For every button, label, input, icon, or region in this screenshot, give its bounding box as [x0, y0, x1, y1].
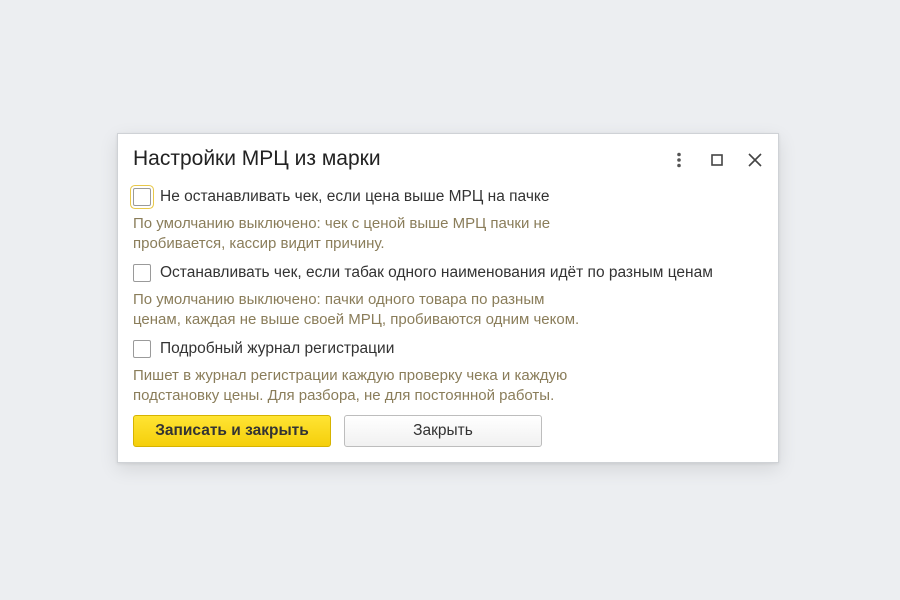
option-label: Подробный журнал регистрации: [160, 340, 395, 357]
maximize-button[interactable]: [705, 148, 729, 172]
close-window-button[interactable]: [743, 148, 767, 172]
close-button[interactable]: Закрыть: [344, 415, 542, 447]
option-detailed-log: Подробный журнал регистрации Пишет в жур…: [133, 337, 768, 405]
save-and-close-button[interactable]: Записать и закрыть: [133, 415, 331, 447]
dialog-title: Настройки МРЦ из марки: [133, 147, 381, 170]
hint-line: подстановку цены. Для разбора, не для по…: [133, 386, 555, 404]
option-hint: По умолчанию выключено: пачки одного тов…: [133, 290, 768, 329]
option-stop-different-prices: Останавливать чек, если табак одного наи…: [133, 261, 768, 329]
vertical-dots-icon: [677, 152, 681, 168]
close-icon: [748, 153, 762, 167]
more-actions-button[interactable]: [667, 148, 691, 172]
hint-line: Пишет в журнал регистрации каждую провер…: [133, 367, 568, 384]
checkbox-stop-different-prices[interactable]: [133, 264, 151, 282]
hint-line: По умолчанию выключено: пачки одного тов…: [133, 291, 545, 308]
option-hint: По умолчанию выключено: чек с ценой выше…: [133, 214, 768, 253]
option-hint: Пишет в журнал регистрации каждую провер…: [133, 366, 768, 405]
maximize-icon: [711, 154, 723, 166]
option-label: Останавливать чек, если табак одного наи…: [160, 264, 713, 281]
hint-line: ценам, каждая не выше своей МРЦ, пробива…: [133, 310, 580, 328]
hint-line: пробивается, кассир видит причину.: [133, 234, 385, 252]
checkbox-detailed-log[interactable]: [133, 340, 151, 358]
checkbox-continue-above-mrp[interactable]: [133, 188, 151, 206]
option-continue-above-mrp: Не останавливать чек, если цена выше МРЦ…: [133, 185, 768, 253]
option-label: Не останавливать чек, если цена выше МРЦ…: [160, 188, 550, 205]
hint-line: По умолчанию выключено: чек с ценой выше…: [133, 215, 551, 232]
settings-dialog: Настройки МРЦ из марки Не останавливать …: [117, 133, 779, 463]
